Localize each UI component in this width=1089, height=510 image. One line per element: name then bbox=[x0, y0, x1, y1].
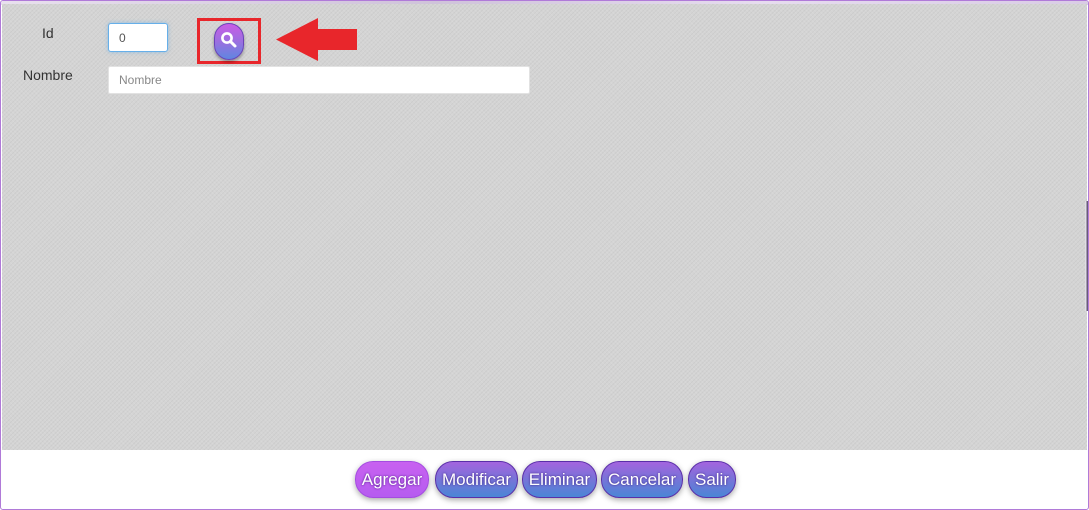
eliminar-button[interactable]: Eliminar bbox=[522, 461, 597, 498]
nombre-label: Nombre bbox=[23, 67, 73, 83]
form-area: Id Nombre bbox=[2, 4, 1087, 450]
window-edge-shadow bbox=[1085, 201, 1088, 311]
modificar-button[interactable]: Modificar bbox=[435, 461, 518, 498]
red-arrow-icon bbox=[276, 18, 357, 61]
nombre-input[interactable] bbox=[108, 66, 530, 94]
bottom-toolbar: Agregar Modificar Eliminar Cancelar Sali… bbox=[2, 450, 1087, 509]
salir-button[interactable]: Salir bbox=[688, 461, 736, 498]
main-window: Id Nombre Agregar Modificar Eliminar Can… bbox=[0, 0, 1089, 510]
search-button[interactable] bbox=[214, 23, 244, 60]
id-input[interactable] bbox=[108, 23, 168, 52]
id-label: Id bbox=[42, 25, 54, 41]
cancelar-button[interactable]: Cancelar bbox=[601, 461, 683, 498]
search-icon bbox=[220, 31, 238, 52]
agregar-button[interactable]: Agregar bbox=[355, 461, 429, 498]
